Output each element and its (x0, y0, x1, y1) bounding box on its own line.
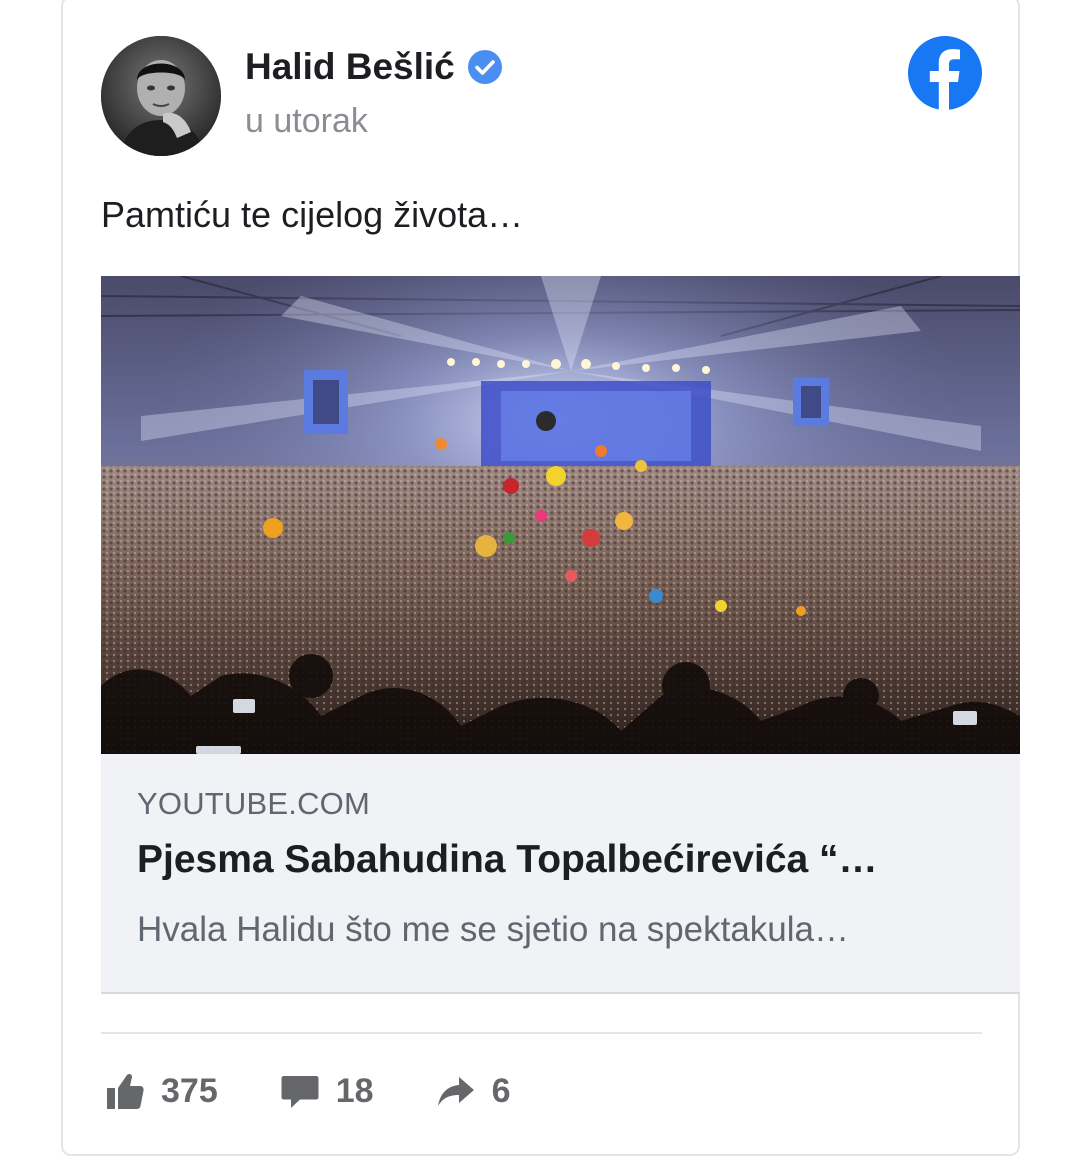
comment-action[interactable]: 18 (280, 1071, 374, 1111)
like-count: 375 (161, 1071, 218, 1110)
author-name-label[interactable]: Halid Bešlić (245, 46, 455, 88)
link-info[interactable]: YOUTUBE.COM Pjesma Sabahudina Topalbećir… (101, 754, 1020, 994)
link-description: Hvala Halidu što me se sjetio na spektak… (137, 910, 850, 949)
facebook-logo-icon[interactable] (908, 36, 982, 111)
author-name[interactable]: Halid Bešlić (245, 46, 503, 88)
post-text: Pamtiću te cijelog života… (101, 194, 524, 235)
comment-bubble-icon (280, 1071, 320, 1111)
comment-count: 18 (335, 1071, 374, 1110)
share-action[interactable]: 6 (436, 1071, 511, 1111)
embedded-post-card: Halid Bešlić u utorak Pamtiću te cijelog… (61, 0, 1020, 1156)
like-action[interactable]: 375 (105, 1071, 218, 1111)
verified-badge-icon (467, 49, 503, 85)
post-actions: 375 18 6 (105, 1068, 572, 1114)
post-timestamp[interactable]: u utorak (245, 102, 368, 141)
share-arrow-icon (436, 1071, 476, 1111)
link-domain: YOUTUBE.COM (137, 786, 370, 821)
share-count: 6 (491, 1071, 511, 1110)
post-header: Halid Bešlić u utorak (101, 36, 982, 156)
thumbs-up-icon (105, 1071, 145, 1111)
author-avatar[interactable] (101, 36, 221, 156)
link-title[interactable]: Pjesma Sabahudina Topalbećirevića “… (137, 838, 987, 882)
concert-photo[interactable] (101, 276, 1020, 754)
link-preview[interactable]: YOUTUBE.COM Pjesma Sabahudina Topalbećir… (101, 276, 1020, 994)
actions-divider (101, 1032, 982, 1034)
